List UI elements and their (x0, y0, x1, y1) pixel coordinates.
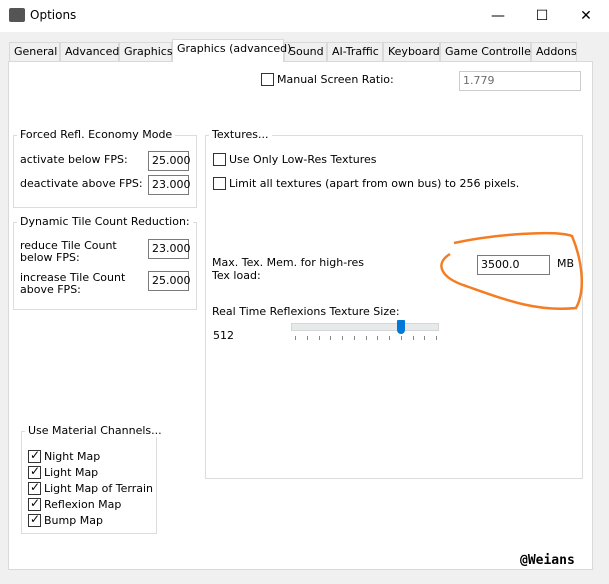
slider-tick (436, 336, 437, 340)
watermark: @Weians (520, 553, 575, 568)
material-label: Light Map (44, 466, 99, 479)
slider-tick (389, 336, 390, 340)
material-checkbox[interactable] (28, 448, 41, 463)
tab-ai-traffic[interactable]: AI-Traffic (327, 42, 383, 61)
tab-keyboard[interactable]: Keyboard (383, 42, 440, 61)
limit-textures-checkbox[interactable] (213, 177, 226, 190)
activate-fps-field[interactable]: 25.000 (148, 151, 191, 171)
reflex-slider-track[interactable] (291, 323, 439, 331)
increase-tile-label: increase Tile Count above FPS: (20, 271, 126, 296)
reflex-size-label: Real Time Reflexions Texture Size: (212, 305, 400, 318)
deactivate-fps-field[interactable]: 23.000 (148, 175, 191, 195)
tab-graphics-advanced[interactable]: Graphics (advanced) (172, 39, 291, 62)
tab-general[interactable]: General (9, 42, 60, 61)
material-checkbox[interactable] (28, 496, 41, 511)
slider-tick (342, 336, 343, 340)
manual-screen-ratio-checkbox[interactable] (261, 73, 274, 86)
material-checkbox[interactable] (28, 512, 41, 527)
manual-screen-ratio-label: Manual Screen Ratio: (277, 73, 394, 86)
low-res-label: Use Only Low-Res Textures (229, 153, 377, 166)
low-res-checkbox[interactable] (213, 153, 226, 166)
reflex-slider-thumb[interactable] (396, 320, 405, 334)
material-checkbox[interactable] (28, 464, 41, 479)
slider-tick (377, 336, 379, 340)
slider-tick (330, 336, 332, 340)
tile-count-group (13, 222, 197, 310)
orange-annotation-circle (440, 231, 583, 310)
slider-tick (318, 336, 320, 340)
material-checkbox[interactable] (28, 480, 41, 495)
maximize-button[interactable]: ☐ (519, 4, 565, 28)
window-title: Options (30, 8, 77, 22)
material-label: Reflexion Map (44, 498, 122, 511)
forced-refl-title: Forced Refl. Economy Mode (17, 128, 176, 141)
slider-tick (400, 336, 402, 340)
increase-tile-field[interactable]: 25.000 (148, 271, 191, 291)
screen-ratio-field[interactable]: 1.779 (459, 71, 581, 91)
close-button[interactable]: ✕ (563, 4, 609, 28)
slider-tick (412, 336, 414, 340)
slider-tick (365, 336, 367, 340)
tab-addons[interactable]: Addons (531, 42, 577, 61)
slider-tick (424, 336, 426, 340)
reflex-size-value: 512 (213, 329, 234, 342)
tile-count-title: Dynamic Tile Count Reduction: (17, 215, 193, 228)
material-label: Light Map of Terrain (44, 482, 153, 495)
tab-graphics[interactable]: Graphics (119, 42, 173, 61)
limit-textures-label: Limit all textures (apart from own bus) … (229, 177, 520, 190)
max-tex-mem-label: Max. Tex. Mem. for high-res Tex load: (212, 256, 364, 282)
slider-tick (295, 336, 296, 340)
slider-tick (306, 336, 308, 340)
minimize-button[interactable]: — (475, 4, 521, 28)
activate-fps-label: activate below FPS: (20, 153, 128, 166)
forced-refl-group (13, 135, 197, 208)
app-icon (9, 8, 25, 22)
material-label: Bump Map (44, 514, 103, 527)
tab-game-controller[interactable]: Game Controller (440, 42, 535, 61)
deactivate-fps-label: deactivate above FPS: (20, 177, 143, 190)
reduce-tile-label: reduce Tile Count below FPS: (20, 239, 117, 264)
tab-advanced[interactable]: Advanced (60, 42, 119, 61)
reduce-tile-field[interactable]: 23.000 (148, 239, 191, 259)
slider-tick (353, 336, 355, 340)
material-label: Night Map (44, 450, 101, 463)
material-title: Use Material Channels... (25, 424, 165, 437)
textures-title: Textures... (209, 128, 272, 141)
